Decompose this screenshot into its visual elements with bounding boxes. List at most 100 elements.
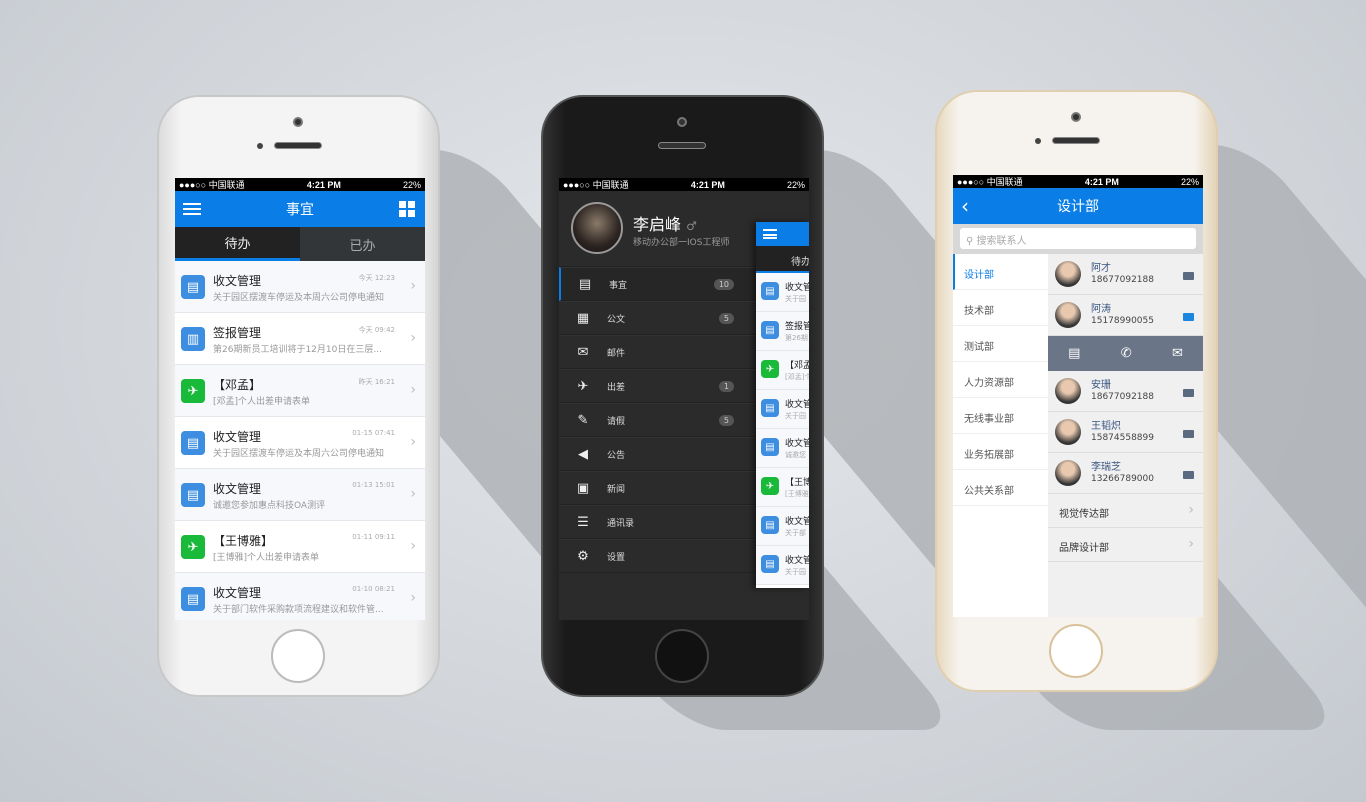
- chevron-right-icon: ›: [410, 590, 416, 606]
- menu-item[interactable]: ✎ 请假 5: [559, 403, 756, 437]
- menu-item[interactable]: ◀ 公告: [559, 437, 756, 471]
- item-title: 【王博: [785, 478, 809, 488]
- list-item[interactable]: ▤ 收文管理 诚邀您参加惠点科技OA测评 01-13 15:01 ›: [175, 469, 425, 521]
- menu-item[interactable]: ▦ 公文 5: [559, 301, 756, 335]
- count-badge: 5: [718, 414, 734, 426]
- item-subtitle: 关于部门软件采购款项流程建议和软件管...: [213, 605, 384, 615]
- contact-row[interactable]: 阿才 18677092188: [1048, 254, 1203, 295]
- department-item[interactable]: 业务拓展部: [953, 434, 1048, 470]
- menu-item[interactable]: ✉ 邮件: [559, 335, 756, 369]
- menu-item[interactable]: ☰ 通讯录: [559, 505, 756, 539]
- side-drawer: 李启峰 ♂ 移动办公部一IOS工程师 ▤ 事宜 10 ▦ 公文 5 ✉ 邮件 ✈ 出差 1 ✎ 请假 5 ◀…: [559, 191, 756, 620]
- message-icon[interactable]: ▤: [1068, 346, 1080, 361]
- plane-icon: ✈: [577, 378, 589, 394]
- mini-list-item[interactable]: ▤ 收文管 关于园: [756, 546, 809, 585]
- chevron-right-icon: ›: [1188, 502, 1194, 518]
- home-button[interactable]: [271, 629, 325, 683]
- item-time: 今天 09:42: [358, 326, 395, 334]
- contact-phone: 15178990055: [1091, 316, 1154, 326]
- menu-item[interactable]: ✈ 出差 1: [559, 369, 756, 403]
- menu-item[interactable]: ▣ 新闻: [559, 471, 756, 505]
- business-card-icon[interactable]: [1183, 389, 1194, 397]
- business-card-icon[interactable]: [1183, 272, 1194, 280]
- sub-department[interactable]: 视觉传达部 ›: [1048, 494, 1203, 528]
- mini-list-item[interactable]: ▤ 签报管 第26期: [756, 312, 809, 351]
- item-time: 昨天 16:21: [358, 378, 395, 386]
- home-button[interactable]: [655, 629, 709, 683]
- department-item[interactable]: 技术部: [953, 290, 1048, 326]
- sub-department[interactable]: 品牌设计部 ›: [1048, 528, 1203, 562]
- mini-tab-todo[interactable]: 待办: [756, 246, 809, 273]
- mini-list-item[interactable]: ▤ 收文管 关于园: [756, 273, 809, 312]
- item-subtitle: 诚邀您: [785, 451, 806, 459]
- back-icon[interactable]: ‹: [961, 194, 969, 218]
- item-subtitle: 诚邀您参加惠点科技OA测评: [213, 501, 326, 511]
- avatar: [1055, 302, 1081, 328]
- profile[interactable]: 李启峰 ♂ 移动办公部一IOS工程师: [559, 191, 756, 267]
- contact-name: 王韬炽: [1091, 421, 1121, 432]
- mini-list-item[interactable]: ✈ 【王博 [王博雅: [756, 468, 809, 507]
- list-item[interactable]: ✈ 【王博雅】 [王博雅]个人出差申请表单 01-11 09:11 ›: [175, 521, 425, 573]
- contact-row[interactable]: 安珊 18677092188: [1048, 371, 1203, 412]
- grid-icon[interactable]: [399, 201, 415, 217]
- item-title: 收文管理: [213, 430, 262, 444]
- contact-name: 李瑞芝: [1091, 462, 1121, 473]
- list-item[interactable]: ▤ 收文管理 关于园区摆渡车停运及本周六公司停电通知 今天 12:23 ›: [175, 261, 425, 313]
- tab-todo[interactable]: 待办: [175, 227, 300, 261]
- search-icon: ⚲: [966, 236, 977, 247]
- avatar: [1055, 419, 1081, 445]
- item-subtitle: [王博雅: [785, 490, 809, 498]
- department-item[interactable]: 设计部: [953, 254, 1048, 290]
- contact-phone: 18677092188: [1091, 392, 1154, 402]
- document-icon: ▤: [181, 431, 205, 455]
- department-item[interactable]: 测试部: [953, 326, 1048, 362]
- male-icon: ♂: [686, 219, 697, 233]
- mini-list-item[interactable]: ▤ 收文管 诚邀您: [756, 429, 809, 468]
- menu-icon[interactable]: [183, 203, 201, 215]
- list-item[interactable]: ▤ 收文管理 关于园区摆渡车停运及本周六公司停电通知 01-15 07:41 ›: [175, 417, 425, 469]
- department-item[interactable]: 人力资源部: [953, 362, 1048, 398]
- contacts-icon: ☰: [577, 514, 589, 530]
- department-item[interactable]: 公共关系部: [953, 470, 1048, 506]
- home-button[interactable]: [1049, 624, 1103, 678]
- department-item[interactable]: 无线事业部: [953, 398, 1048, 434]
- contact-row[interactable]: 王韬炽 15874558899: [1048, 412, 1203, 453]
- list-item[interactable]: ▥ 签报管理 第26期新员工培训将于12月10日在三层... 今天 09:42 ›: [175, 313, 425, 365]
- search-placeholder: 搜索联系人: [976, 236, 1027, 247]
- battery: 22%: [786, 179, 805, 190]
- contact-phone: 13266789000: [1091, 474, 1154, 484]
- contact-row[interactable]: 阿涛 15178990055: [1048, 295, 1203, 336]
- mini-list-item[interactable]: ✈ 【邓孟 [邓孟]个: [756, 351, 809, 390]
- business-card-icon[interactable]: [1183, 471, 1194, 479]
- list-item[interactable]: ✈ 【邓孟】 [邓孟]个人出差申请表单 昨天 16:21 ›: [175, 365, 425, 417]
- screen: ●●●○○ 中国联通 4:21 PM 22% 事宜 待办 已办 ▤ 收文管理 关于园区摆渡…: [175, 178, 425, 620]
- menu-item[interactable]: ▤ 事宜 10: [559, 267, 756, 301]
- item-subtitle: 关于园区摆渡车停运及本周六公司停电通知: [213, 293, 385, 303]
- todo-list: ▤ 收文管理 关于园区摆渡车停运及本周六公司停电通知 今天 12:23 › ▥ 签报管理 第2…: [175, 261, 425, 620]
- item-time: 01-11 09:11: [352, 533, 395, 541]
- list-item[interactable]: ▤ 收文管理 关于部门软件采购款项流程建议和软件管... 01-10 08:21 ›: [175, 573, 425, 620]
- mini-list-item[interactable]: ▤ 收文管 关于部: [756, 507, 809, 546]
- item-time: 01-13 15:01: [352, 481, 395, 489]
- menu-label: 出差: [607, 382, 626, 393]
- phone-icon[interactable]: ✆: [1121, 346, 1132, 361]
- main-panel-preview[interactable]: 待办 ▤ 收文管 关于园 ▤ 签报管 第26期 ✈ 【邓孟 [邓孟]个 ▤ 收文管 关于园 ▤ 收文管 诚邀…: [756, 222, 809, 588]
- business-card-icon[interactable]: [1183, 313, 1194, 321]
- item-title: 【邓孟】: [213, 378, 262, 392]
- menu-label: 新闻: [607, 484, 626, 495]
- battery: 22%: [1180, 176, 1199, 187]
- item-time: 01-10 08:21: [352, 585, 395, 593]
- status-bar: ●●●○○ 中国联通 4:21 PM 22%: [175, 178, 425, 191]
- menu-label: 公文: [607, 314, 626, 325]
- menu-item[interactable]: ⚙ 设置: [559, 539, 756, 573]
- mail-icon[interactable]: ✉: [1172, 346, 1183, 361]
- header: 事宜: [175, 191, 425, 227]
- contact-row[interactable]: 李瑞芝 13266789000: [1048, 453, 1203, 494]
- business-card-icon[interactable]: [1183, 430, 1194, 438]
- menu-icon[interactable]: [763, 229, 777, 239]
- document-icon: ▤: [761, 321, 779, 339]
- tab-done[interactable]: 已办: [300, 227, 425, 261]
- mini-list-item[interactable]: ▤ 收文管 关于园: [756, 390, 809, 429]
- search-input[interactable]: ⚲ 搜索联系人: [960, 228, 1196, 249]
- item-title: 【邓孟: [785, 361, 809, 371]
